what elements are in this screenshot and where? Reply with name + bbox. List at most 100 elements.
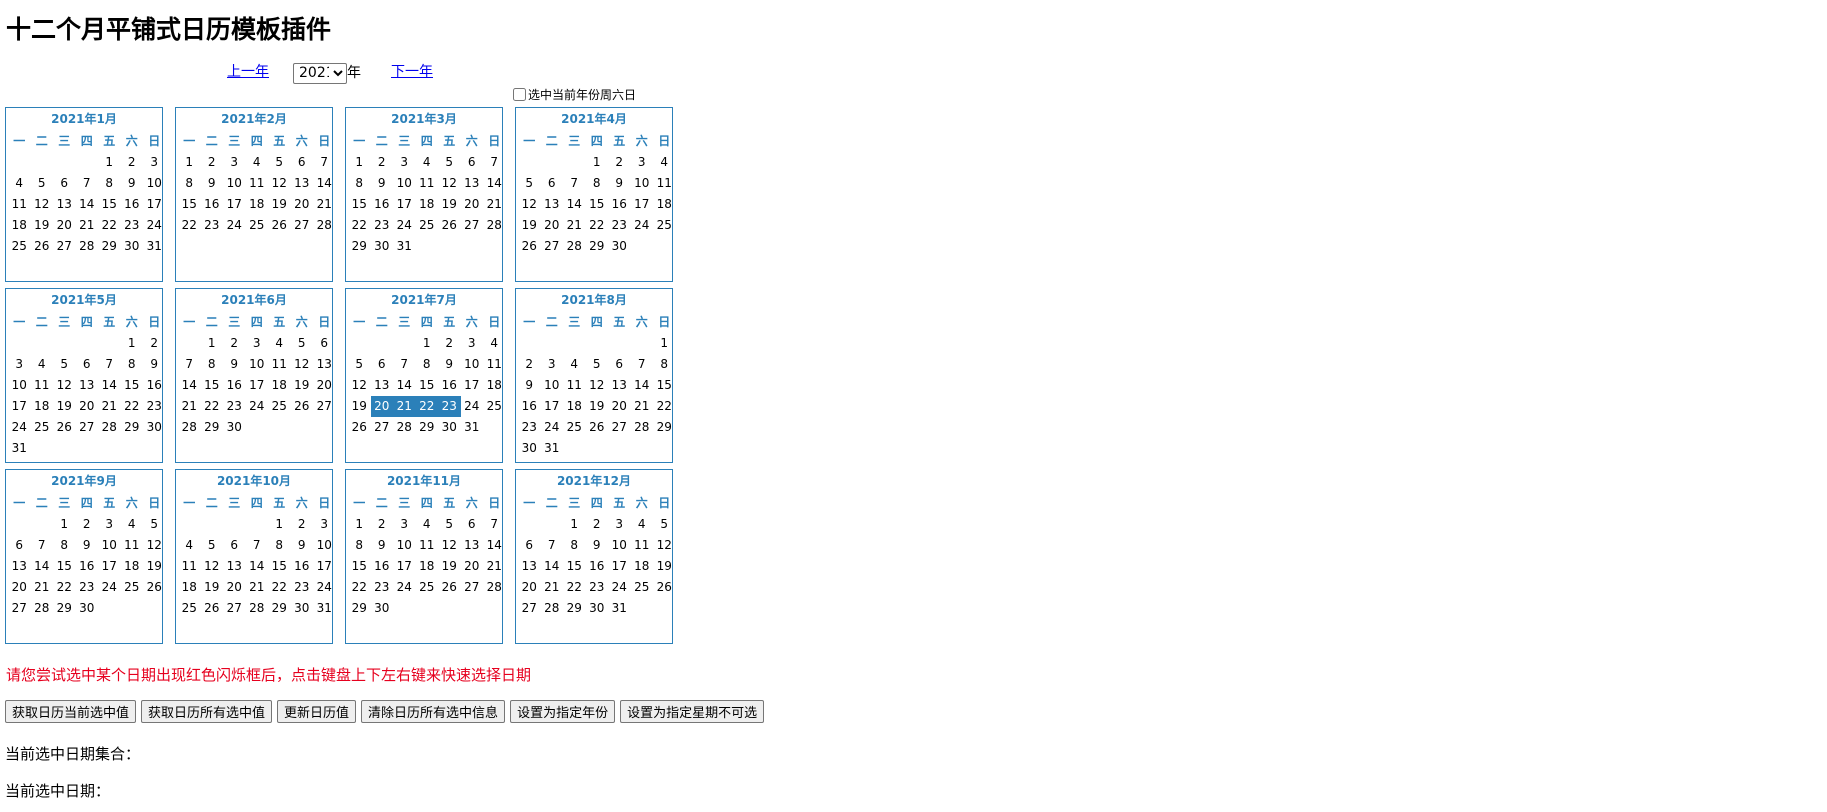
- day-cell[interactable]: 2: [201, 152, 224, 173]
- day-cell[interactable]: 8: [348, 535, 371, 556]
- day-cell[interactable]: 27: [291, 215, 314, 236]
- day-cell[interactable]: 7: [178, 354, 201, 375]
- day-cell[interactable]: 16: [371, 556, 394, 577]
- day-cell[interactable]: 25: [653, 215, 676, 236]
- day-cell[interactable]: 12: [348, 375, 371, 396]
- day-cell[interactable]: 2: [223, 333, 246, 354]
- day-cell[interactable]: 26: [31, 236, 54, 257]
- day-cell[interactable]: 31: [8, 438, 31, 459]
- day-cell[interactable]: 22: [348, 215, 371, 236]
- day-cell[interactable]: 4: [121, 514, 144, 535]
- day-cell[interactable]: 16: [438, 375, 461, 396]
- day-cell[interactable]: 1: [348, 514, 371, 535]
- day-cell[interactable]: 20: [541, 215, 564, 236]
- day-cell[interactable]: 19: [53, 396, 76, 417]
- day-cell[interactable]: 16: [121, 194, 144, 215]
- day-cell[interactable]: 24: [393, 215, 416, 236]
- day-cell[interactable]: 23: [143, 396, 166, 417]
- day-cell[interactable]: 30: [608, 236, 631, 257]
- day-cell[interactable]: 11: [416, 173, 439, 194]
- day-cell[interactable]: 23: [201, 215, 224, 236]
- day-cell[interactable]: 27: [461, 215, 484, 236]
- day-cell[interactable]: 18: [416, 194, 439, 215]
- day-cell[interactable]: 5: [438, 152, 461, 173]
- day-cell[interactable]: 21: [483, 194, 506, 215]
- day-cell[interactable]: 22: [201, 396, 224, 417]
- day-cell[interactable]: 12: [268, 173, 291, 194]
- day-cell[interactable]: 21: [631, 396, 654, 417]
- day-cell[interactable]: 22: [98, 215, 121, 236]
- day-cell[interactable]: 9: [586, 535, 609, 556]
- day-cell[interactable]: 28: [178, 417, 201, 438]
- day-cell[interactable]: 15: [586, 194, 609, 215]
- day-cell-selected[interactable]: 20: [370, 396, 393, 417]
- day-cell[interactable]: 23: [291, 577, 314, 598]
- day-cell[interactable]: 10: [631, 173, 654, 194]
- day-cell[interactable]: 8: [416, 354, 439, 375]
- day-cell[interactable]: 14: [178, 375, 201, 396]
- day-cell[interactable]: 12: [53, 375, 76, 396]
- day-cell[interactable]: 18: [563, 396, 586, 417]
- day-cell[interactable]: 4: [246, 152, 269, 173]
- day-cell[interactable]: 27: [518, 598, 541, 619]
- day-cell[interactable]: 30: [371, 236, 394, 257]
- day-cell[interactable]: 24: [631, 215, 654, 236]
- day-cell[interactable]: 28: [541, 598, 564, 619]
- day-cell[interactable]: 16: [143, 375, 166, 396]
- day-cell[interactable]: 26: [586, 417, 609, 438]
- day-cell[interactable]: 21: [178, 396, 201, 417]
- day-cell[interactable]: 6: [313, 333, 336, 354]
- day-cell[interactable]: 21: [76, 215, 99, 236]
- day-cell[interactable]: 30: [438, 417, 461, 438]
- day-cell[interactable]: 24: [8, 417, 31, 438]
- day-cell[interactable]: 9: [223, 354, 246, 375]
- day-cell[interactable]: 2: [586, 514, 609, 535]
- year-select[interactable]: 2021: [293, 62, 347, 84]
- day-cell[interactable]: 28: [631, 417, 654, 438]
- day-cell[interactable]: 28: [563, 236, 586, 257]
- day-cell[interactable]: 17: [223, 194, 246, 215]
- day-cell[interactable]: 25: [631, 577, 654, 598]
- day-cell[interactable]: 18: [268, 375, 291, 396]
- day-cell[interactable]: 14: [631, 375, 654, 396]
- day-cell[interactable]: 3: [461, 333, 484, 354]
- day-cell[interactable]: 19: [201, 577, 224, 598]
- day-cell[interactable]: 26: [438, 215, 461, 236]
- day-cell[interactable]: 25: [8, 236, 31, 257]
- day-cell[interactable]: 10: [313, 535, 336, 556]
- day-cell[interactable]: 22: [563, 577, 586, 598]
- day-cell[interactable]: 1: [121, 333, 144, 354]
- day-cell[interactable]: 3: [313, 514, 336, 535]
- day-cell[interactable]: 26: [518, 236, 541, 257]
- day-cell[interactable]: 1: [348, 152, 371, 173]
- day-cell[interactable]: 13: [223, 556, 246, 577]
- day-cell[interactable]: 11: [631, 535, 654, 556]
- day-cell[interactable]: 14: [483, 173, 506, 194]
- day-cell[interactable]: 26: [143, 577, 166, 598]
- day-cell[interactable]: 2: [371, 514, 394, 535]
- day-cell[interactable]: 10: [393, 535, 416, 556]
- day-cell[interactable]: 22: [348, 577, 371, 598]
- day-cell[interactable]: 30: [223, 417, 246, 438]
- day-cell[interactable]: 19: [438, 194, 461, 215]
- day-cell[interactable]: 11: [246, 173, 269, 194]
- day-cell[interactable]: 24: [393, 577, 416, 598]
- day-cell[interactable]: 28: [483, 215, 506, 236]
- day-cell[interactable]: 16: [76, 556, 99, 577]
- day-cell[interactable]: 29: [121, 417, 144, 438]
- day-cell[interactable]: 15: [563, 556, 586, 577]
- day-cell[interactable]: 12: [438, 535, 461, 556]
- day-cell[interactable]: 30: [371, 598, 394, 619]
- day-cell[interactable]: 25: [416, 577, 439, 598]
- day-cell[interactable]: 19: [518, 215, 541, 236]
- day-cell[interactable]: 3: [541, 354, 564, 375]
- day-cell[interactable]: 18: [246, 194, 269, 215]
- day-cell[interactable]: 11: [563, 375, 586, 396]
- day-cell[interactable]: 26: [291, 396, 314, 417]
- day-cell[interactable]: 4: [268, 333, 291, 354]
- day-cell[interactable]: 19: [586, 396, 609, 417]
- day-cell[interactable]: 16: [371, 194, 394, 215]
- day-cell[interactable]: 14: [31, 556, 54, 577]
- day-cell[interactable]: 21: [541, 577, 564, 598]
- day-cell[interactable]: 19: [31, 215, 54, 236]
